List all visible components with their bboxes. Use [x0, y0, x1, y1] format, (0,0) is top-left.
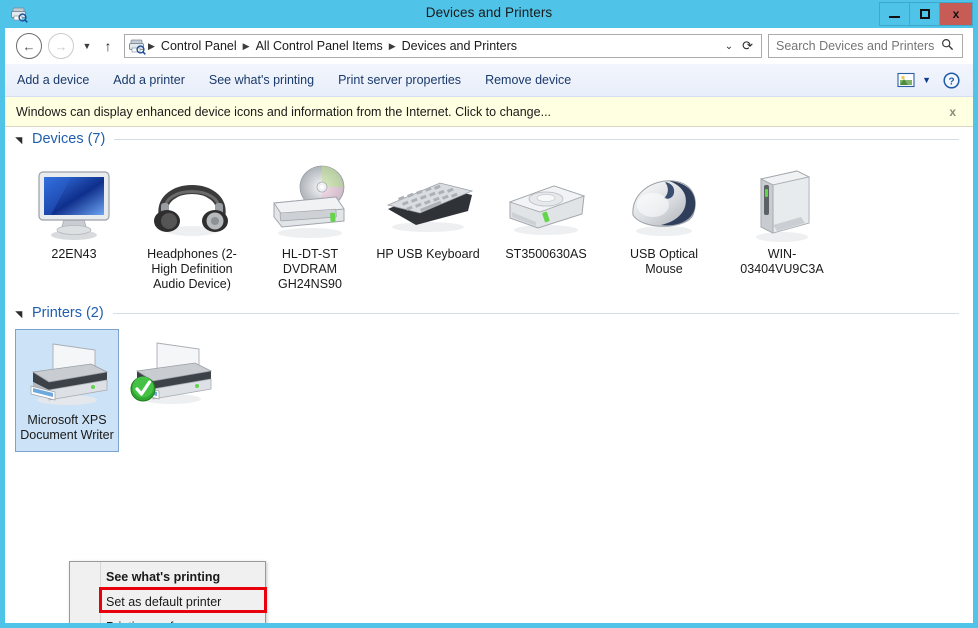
back-button[interactable]: ← [16, 33, 42, 59]
printers-group-count: (2) [85, 305, 104, 321]
context-menu-item-set-as-default-printer[interactable]: Set as default printer [70, 589, 265, 614]
help-icon[interactable]: ? [943, 71, 960, 89]
window-title: Devices and Printers [425, 5, 553, 20]
printers-group-header[interactable]: Printers (2) [5, 302, 973, 324]
svg-text:?: ? [948, 76, 954, 87]
recent-locations-dropdown[interactable]: ▼ [79, 41, 95, 51]
devices-group-label: Devices [32, 131, 84, 147]
change-view-icon[interactable] [897, 72, 915, 88]
devices-grid: 22EN43 Headphones (2-High Definition Aud… [5, 150, 973, 292]
printer-item-xps-document-writer[interactable]: Microsoft XPS Document Writer [15, 329, 119, 452]
up-one-level-button[interactable]: ↑ [98, 38, 118, 54]
default-printer-check-badge [130, 376, 156, 402]
remove-device-button[interactable]: Remove device [473, 64, 583, 96]
info-bar-close-button[interactable]: x [949, 105, 973, 119]
command-bar-right: ▼ ? [897, 71, 973, 89]
headphones-icon [144, 162, 240, 244]
group-divider [112, 312, 959, 314]
print-server-properties-button[interactable]: Print server properties [326, 64, 473, 96]
device-label: ST3500630AS [505, 247, 587, 261]
close-button[interactable]: x [939, 2, 973, 26]
forward-button[interactable]: → [48, 33, 74, 59]
title-bar: Devices and Printers x [5, 0, 973, 28]
printers-group-label: Printers [32, 305, 82, 321]
printers-grid: Microsoft XPS Document Writer [5, 324, 973, 452]
context-menu-item-see-whats-printing[interactable]: See what's printing [70, 564, 265, 589]
device-item-keyboard[interactable]: HP USB Keyboard [369, 158, 487, 262]
device-item-headphones[interactable]: Headphones (2-High Definition Audio Devi… [133, 158, 251, 292]
content-area: Devices (7) 22EN43 Headphones (2-High De… [5, 128, 973, 623]
optical-drive-icon [262, 162, 358, 244]
address-bar: ← → ▼ ↑ ▶ Control Panel ▶ All Control Pa… [5, 28, 973, 64]
device-item-mouse[interactable]: USB Optical Mouse [605, 158, 723, 277]
search-box[interactable]: Search Devices and Printers [768, 34, 963, 58]
devices-and-printers-window: Devices and Printers x ← → ▼ ↑ ▶ Control… [0, 0, 978, 628]
printer-icon [19, 334, 115, 410]
device-label: WIN-03404VU9C3A [740, 247, 824, 276]
breadcrumb-separator: ▶ [148, 40, 155, 51]
window-controls: x [879, 2, 973, 26]
search-input[interactable]: Search Devices and Printers [769, 39, 941, 53]
group-divider [114, 138, 959, 140]
breadcrumb-devices-and-printers[interactable]: Devices and Printers [398, 39, 521, 53]
mouse-icon [616, 162, 712, 244]
context-menu-item-printing-preferences[interactable]: Printing preferences [70, 614, 265, 624]
collapse-triangle-icon[interactable] [15, 133, 26, 145]
add-a-device-button[interactable]: Add a device [5, 64, 101, 96]
device-item-computer[interactable]: WIN-03404VU9C3A [723, 158, 841, 277]
printer-item-default[interactable] [119, 329, 223, 412]
search-icon [941, 38, 962, 54]
device-label: Headphones (2-High Definition Audio Devi… [147, 247, 237, 291]
computer-tower-icon [734, 162, 830, 244]
printer-label: Microsoft XPS Document Writer [20, 413, 114, 442]
collapse-triangle-icon[interactable] [15, 307, 26, 319]
chevron-down-icon[interactable]: ▼ [915, 75, 943, 85]
info-bar-message[interactable]: Windows can display enhanced device icon… [5, 105, 551, 119]
device-label: USB Optical Mouse [629, 247, 699, 276]
add-a-printer-button[interactable]: Add a printer [101, 64, 197, 96]
device-item-monitor[interactable]: 22EN43 [15, 158, 133, 262]
devices-group-count: (7) [87, 131, 106, 147]
breadcrumb-all-control-panel-items[interactable]: All Control Panel Items [252, 39, 387, 53]
command-bar: Add a device Add a printer See what's pr… [5, 64, 973, 97]
device-item-hard-drive[interactable]: ST3500630AS [487, 158, 605, 262]
device-label: HP USB Keyboard [376, 247, 480, 261]
minimize-button[interactable] [879, 2, 909, 26]
devices-group-header[interactable]: Devices (7) [5, 128, 973, 150]
breadcrumb-separator: ▶ [242, 40, 250, 51]
printer-label [119, 409, 223, 412]
breadcrumb-devices-printers-icon [128, 37, 146, 55]
device-label: 22EN43 [51, 247, 97, 261]
printer-icon [123, 333, 219, 409]
breadcrumb-bar[interactable]: ▶ Control Panel ▶ All Control Panel Item… [124, 34, 762, 58]
refresh-icon[interactable]: ⟳ [742, 38, 761, 54]
chevron-down-icon[interactable]: ⌄ [721, 41, 742, 52]
device-item-optical-drive[interactable]: HL-DT-ST DVDRAM GH24NS90 [251, 158, 369, 292]
breadcrumb-control-panel[interactable]: Control Panel [157, 39, 241, 53]
keyboard-icon [380, 162, 476, 244]
device-label: HL-DT-ST DVDRAM GH24NS90 [278, 247, 342, 291]
see-whats-printing-button[interactable]: See what's printing [197, 64, 326, 96]
breadcrumb-separator: ▶ [388, 40, 396, 51]
hard-drive-icon [498, 162, 594, 244]
monitor-icon [26, 162, 122, 244]
maximize-button[interactable] [909, 2, 939, 26]
info-bar[interactable]: Windows can display enhanced device icon… [5, 97, 973, 127]
printer-context-menu: See what's printing Set as default print… [69, 561, 267, 624]
